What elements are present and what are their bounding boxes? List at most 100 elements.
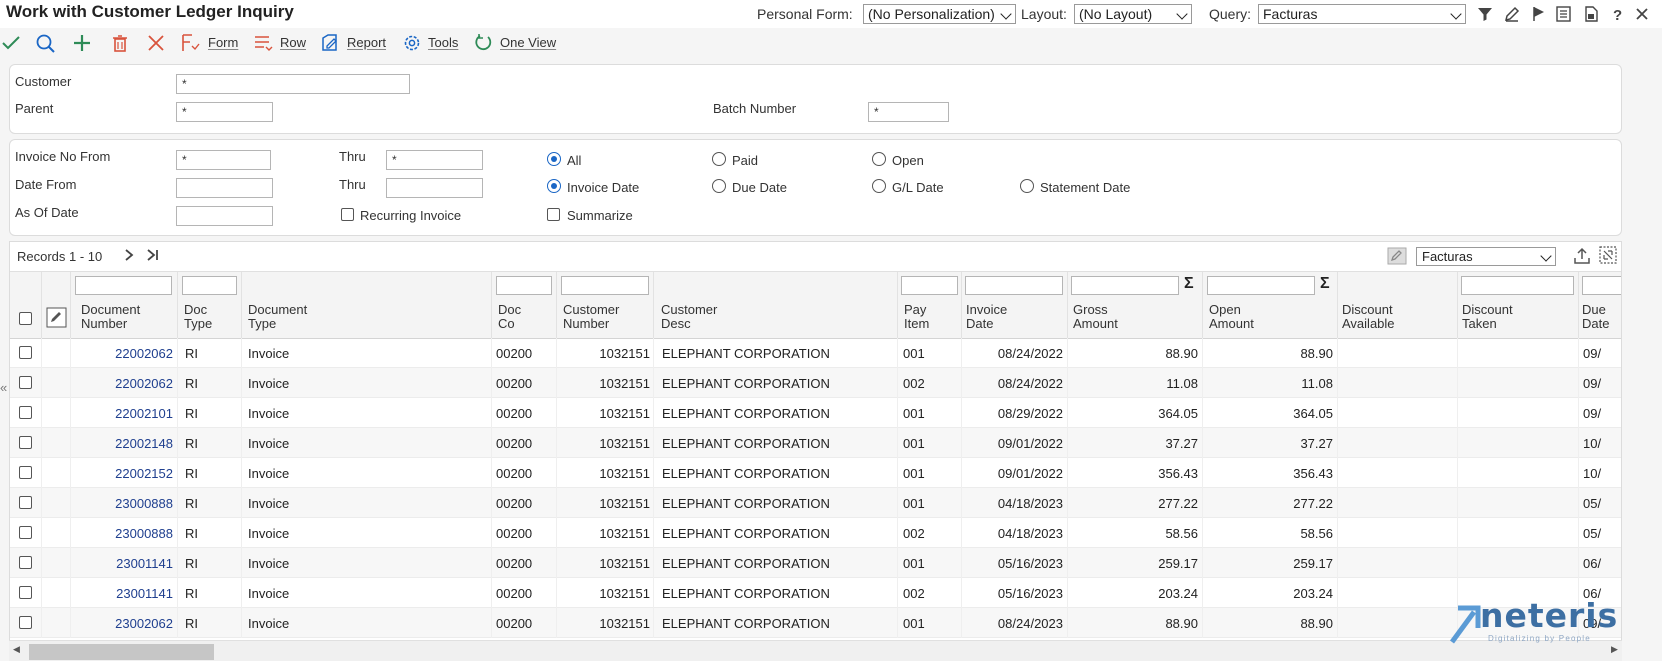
ok-check-icon[interactable] [0,32,22,54]
form-menu[interactable]: Form [208,35,238,50]
col-invoice-date[interactable]: Invoice Date [966,303,1007,331]
tools-menu[interactable]: Tools [428,35,458,50]
col-due-date[interactable]: Due Date [1582,303,1609,331]
col-open-amount[interactable]: Open Amount [1209,303,1254,331]
list-icon[interactable] [1555,5,1573,23]
row-select-checkbox[interactable] [19,346,32,359]
status-paid-radio[interactable] [712,152,726,166]
filter-gross-amount[interactable] [1071,276,1179,295]
table-row[interactable]: 22002062 RI Invoice 00200 1032151 ELEPHANT CO… [10,368,1621,398]
cell-document-number[interactable]: 23001141 [75,586,173,601]
export-icon[interactable] [1572,247,1592,265]
table-row[interactable]: 23002062 RI Invoice 00200 1032151 ELEPHANT CO… [10,608,1621,638]
one-view-icon[interactable] [472,32,494,54]
status-open-radio[interactable] [872,152,886,166]
row-select-checkbox[interactable] [19,496,32,509]
cell-document-number[interactable]: 23000888 [75,526,173,541]
maximize-grid-icon[interactable] [1598,245,1618,265]
table-row[interactable]: 23001141 RI Invoice 00200 1032151 ELEPHANT CO… [10,548,1621,578]
recurring-invoice-checkbox[interactable] [341,208,354,221]
select-all-checkbox[interactable] [19,312,32,325]
row-edit-icon[interactable] [46,307,67,328]
parent-input[interactable]: * [176,102,273,122]
col-doc-type[interactable]: Doc Type [184,303,212,331]
cell-document-number[interactable]: 22002101 [75,406,173,421]
table-row[interactable]: 22002148 RI Invoice 00200 1032151 ELEPHANT CO… [10,428,1621,458]
filter-doc-type[interactable] [182,276,237,295]
col-document-type[interactable]: Document Type [248,303,307,331]
filter-open-amount[interactable] [1207,276,1315,295]
col-pay-item[interactable]: Pay Item [904,303,929,331]
document-icon[interactable] [1582,5,1600,23]
row-menu[interactable]: Row [280,35,306,50]
report-icon[interactable] [319,32,341,54]
form-icon[interactable] [180,32,202,54]
invoice-thru-input[interactable]: * [386,150,483,170]
row-select-checkbox[interactable] [19,376,32,389]
query-select[interactable]: Facturas [1258,4,1466,24]
col-gross-amount[interactable]: Gross Amount [1073,303,1118,331]
report-menu[interactable]: Report [347,35,386,50]
row-select-checkbox[interactable] [19,616,32,629]
invoice-date-radio[interactable] [547,179,561,193]
row-select-checkbox[interactable] [19,436,32,449]
table-row[interactable]: 23000888 RI Invoice 00200 1032151 ELEPHANT CO… [10,518,1621,548]
row-icon[interactable] [252,32,274,54]
filter-doc-co[interactable] [496,276,552,295]
invoice-from-input[interactable]: * [176,150,271,170]
filter-pay-item[interactable] [901,276,958,295]
side-panel-toggle-icon[interactable]: « [0,380,9,416]
row-select-checkbox[interactable] [19,526,32,539]
summarize-checkbox[interactable] [547,208,560,221]
layout-select[interactable]: (No Layout) [1074,4,1192,24]
gear-icon[interactable] [401,32,423,54]
grid-query-select[interactable]: Facturas [1416,247,1556,266]
row-select-checkbox[interactable] [19,406,32,419]
edit-query-icon[interactable] [1503,5,1521,23]
cell-document-number[interactable]: 23001141 [75,556,173,571]
cell-document-number[interactable]: 22002062 [75,376,173,391]
customer-input[interactable]: * [176,74,410,94]
filter-due-date[interactable] [1582,276,1621,295]
horizontal-scrollbar[interactable]: ◀ ▶ [9,640,1622,661]
last-page-icon[interactable] [146,247,160,263]
flag-icon[interactable] [1530,5,1548,23]
filter-invoice-date[interactable] [965,276,1063,295]
col-customer-number[interactable]: Customer Number [563,303,619,331]
statement-date-radio[interactable] [1020,179,1034,193]
table-row[interactable]: 22002062 RI Invoice 00200 1032151 ELEPHANT CO… [10,338,1621,368]
next-page-icon[interactable] [122,247,136,263]
status-all-radio[interactable] [547,152,561,166]
cell-document-number[interactable]: 23002062 [75,616,173,631]
date-thru-input[interactable] [386,178,483,198]
scroll-left-icon[interactable]: ◀ [13,644,20,655]
cell-document-number[interactable]: 22002152 [75,466,173,481]
filter-document-number[interactable] [75,276,172,295]
table-row[interactable]: 23001141 RI Invoice 00200 1032151 ELEPHANT CO… [10,578,1621,608]
delete-icon[interactable] [109,32,131,54]
sum-gross-icon[interactable]: Σ [1184,275,1194,293]
col-discount-available[interactable]: Discount Available [1342,303,1395,331]
table-row[interactable]: 22002101 RI Invoice 00200 1032151 ELEPHANT CO… [10,398,1621,428]
cell-document-number[interactable]: 22002062 [75,346,173,361]
search-icon[interactable] [34,32,56,54]
table-row[interactable]: 23000888 RI Invoice 00200 1032151 ELEPHANT CO… [10,488,1621,518]
date-from-input[interactable] [176,178,273,198]
gl-date-radio[interactable] [872,179,886,193]
col-doc-co[interactable]: Doc Co [498,303,521,331]
filter-customer-number[interactable] [561,276,649,295]
row-select-checkbox[interactable] [19,556,32,569]
col-document-number[interactable]: Document Number [81,303,140,331]
col-customer-desc[interactable]: Customer Desc [661,303,717,331]
filter-icon[interactable] [1476,5,1494,23]
due-date-radio[interactable] [712,179,726,193]
row-select-checkbox[interactable] [19,586,32,599]
col-discount-taken[interactable]: Discount Taken [1462,303,1513,331]
help-icon[interactable]: ? [1609,5,1627,23]
cancel-icon[interactable] [145,32,167,54]
cell-document-number[interactable]: 22002148 [75,436,173,451]
one-view-menu[interactable]: One View [500,35,556,50]
grid-edit-icon[interactable] [1387,247,1407,265]
table-row[interactable]: 22002152 RI Invoice 00200 1032151 ELEPHANT CO… [10,458,1621,488]
add-icon[interactable] [71,32,93,54]
